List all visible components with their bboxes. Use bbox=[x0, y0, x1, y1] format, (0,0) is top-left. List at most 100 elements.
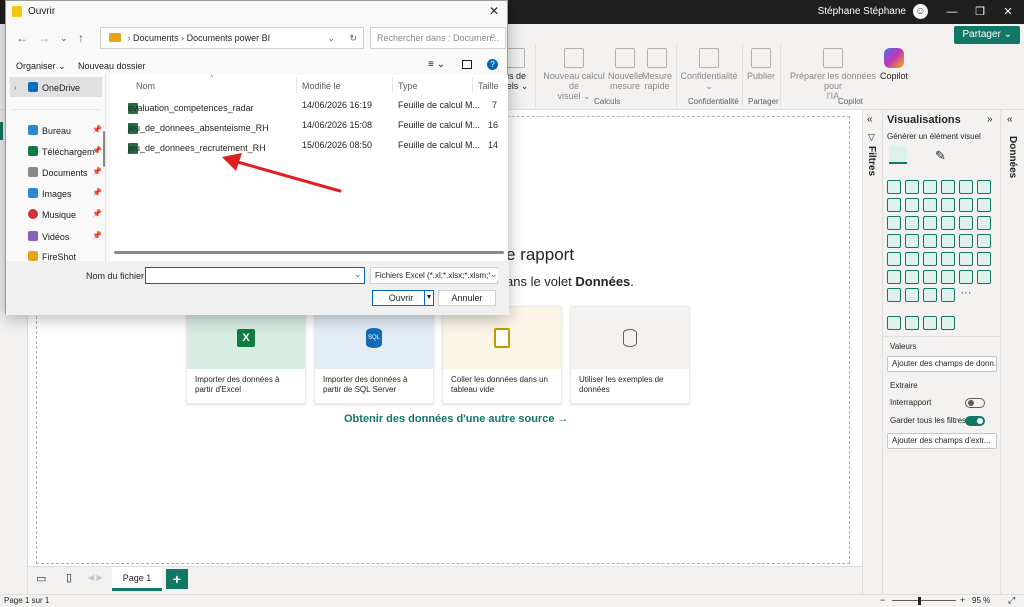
narrative-icon[interactable] bbox=[923, 270, 937, 284]
line-stacked-column-icon[interactable] bbox=[959, 198, 973, 212]
pin-icon[interactable]: 📌 bbox=[92, 209, 102, 218]
power-apps-icon[interactable] bbox=[959, 270, 973, 284]
azure-map-icon[interactable] bbox=[923, 234, 937, 248]
waterfall-icon[interactable] bbox=[887, 216, 901, 230]
pin-icon[interactable]: 📌 bbox=[92, 167, 102, 176]
line-chart-icon[interactable] bbox=[887, 198, 901, 212]
card-icon[interactable] bbox=[959, 234, 973, 248]
qa-icon[interactable] bbox=[905, 270, 919, 284]
shape-map-icon[interactable] bbox=[905, 316, 919, 330]
matrix-icon[interactable] bbox=[923, 252, 937, 266]
clustered-column-icon[interactable] bbox=[941, 180, 955, 194]
zoom-in-icon[interactable]: + bbox=[960, 595, 965, 605]
breadcrumb-documents[interactable]: Documents bbox=[133, 33, 179, 43]
table-row[interactable]: evaluation_competences_radar 14/06/2026 … bbox=[124, 97, 504, 115]
address-bar[interactable]: › Documents › Documents power BI ⌄ ↻ bbox=[100, 27, 364, 49]
search-input[interactable]: Rechercher dans : Documen... bbox=[370, 27, 506, 49]
r-visual-icon[interactable] bbox=[941, 252, 955, 266]
ribbon-chart-icon[interactable] bbox=[977, 198, 991, 212]
card-sample-data[interactable]: Utiliser les exemples de données bbox=[570, 306, 690, 404]
100-column-icon[interactable] bbox=[977, 180, 991, 194]
stacked-bar-icon[interactable] bbox=[887, 180, 901, 194]
paginated-report-icon[interactable] bbox=[941, 270, 955, 284]
extract-field-well[interactable]: Ajouter des champs d'extr... bbox=[887, 433, 997, 449]
stacked-area-icon[interactable] bbox=[923, 198, 937, 212]
add-page-button[interactable]: + bbox=[166, 569, 188, 589]
avatar[interactable]: ☺ bbox=[913, 4, 928, 19]
table-icon[interactable] bbox=[905, 252, 919, 266]
sidebar-item-images[interactable]: Images bbox=[28, 188, 72, 199]
data-pane[interactable]: « Données bbox=[1000, 110, 1024, 594]
organize-button[interactable]: Organiser ⌄ bbox=[16, 61, 66, 72]
close-icon[interactable]: ✕ bbox=[1000, 4, 1016, 20]
mobile-view-icon[interactable]: ▯ bbox=[66, 571, 72, 584]
horizontal-scrollbar[interactable] bbox=[114, 251, 504, 254]
get-visuals-icon[interactable] bbox=[941, 316, 955, 330]
up-icon[interactable]: ↑ bbox=[78, 31, 84, 45]
pin-icon[interactable]: 📌 bbox=[92, 125, 102, 134]
sidebar-item-documents[interactable]: Documents bbox=[28, 167, 88, 178]
zoom-slider-thumb[interactable] bbox=[918, 597, 921, 605]
100-bar-icon[interactable] bbox=[959, 180, 973, 194]
trophy-icon[interactable] bbox=[923, 316, 937, 330]
decomposition-tree-icon[interactable] bbox=[887, 270, 901, 284]
power-automate-icon[interactable] bbox=[977, 270, 991, 284]
back-icon[interactable]: ← bbox=[16, 31, 28, 45]
preview-pane-icon[interactable] bbox=[462, 60, 472, 69]
filters-pane[interactable]: « ▽ Filtres bbox=[862, 110, 882, 594]
python-visual-icon[interactable] bbox=[959, 252, 973, 266]
ribbon-copilot[interactable]: Copilot bbox=[880, 48, 908, 81]
view-options-icon[interactable]: ≡ ⌄ bbox=[428, 59, 445, 70]
restore-icon[interactable]: ❐ bbox=[972, 4, 988, 20]
sidebar-item-bureau[interactable]: Bureau bbox=[28, 125, 71, 136]
desktop-view-icon[interactable]: ▭ bbox=[36, 572, 46, 585]
donut-icon[interactable] bbox=[959, 216, 973, 230]
pin-icon[interactable]: 📌 bbox=[92, 231, 102, 240]
sidebar-item-music[interactable]: Musique bbox=[28, 209, 76, 220]
globe-icon[interactable] bbox=[887, 316, 901, 330]
card-import-excel[interactable]: X Importer des données à partir d'Excel bbox=[186, 306, 306, 404]
column-modified[interactable]: Modifié le bbox=[302, 81, 341, 91]
chevron-down-icon[interactable]: ⌄ bbox=[354, 269, 362, 280]
key-influencers-icon[interactable] bbox=[977, 252, 991, 266]
area-chart-icon[interactable] bbox=[905, 198, 919, 212]
funnel-icon[interactable] bbox=[905, 216, 919, 230]
scatter-icon[interactable] bbox=[923, 216, 937, 230]
ribbon-prepare-ai[interactable]: Préparer les données pour l'IA bbox=[784, 48, 882, 101]
clustered-bar-icon[interactable] bbox=[923, 180, 937, 194]
ribbon-quick-measure[interactable]: Mesure rapide bbox=[642, 48, 672, 91]
ribbon-publish[interactable]: Publier bbox=[746, 48, 776, 81]
filetype-select[interactable]: Fichiers Excel (*.xl;*.xlsx;*.xlsm;*. bbox=[370, 267, 498, 284]
button-slicer-icon[interactable] bbox=[905, 288, 919, 302]
map-icon[interactable] bbox=[887, 234, 901, 248]
table-row[interactable]: jeu_de_donnees_absenteisme_RH 14/06/2026… bbox=[124, 117, 504, 135]
pin-icon[interactable]: 📌 bbox=[92, 146, 102, 155]
breadcrumb-power-bi[interactable]: Documents power BI bbox=[187, 33, 271, 43]
sidebar-scrollbar[interactable] bbox=[103, 131, 105, 167]
recent-icon[interactable]: ⌄ bbox=[60, 33, 68, 44]
filled-map-icon[interactable] bbox=[905, 234, 919, 248]
pin-icon[interactable]: 📌 bbox=[92, 188, 102, 197]
ribbon-new-measure[interactable]: Nouvelle mesure bbox=[608, 48, 643, 91]
card-paste-data[interactable]: Coller les données dans un tableau vide bbox=[442, 306, 562, 404]
expand-viz-icon[interactable]: » bbox=[987, 114, 993, 125]
cross-report-toggle[interactable] bbox=[965, 398, 985, 408]
help-icon[interactable]: ? bbox=[487, 59, 498, 70]
column-size[interactable]: Taille bbox=[478, 81, 499, 91]
treemap-icon[interactable] bbox=[977, 216, 991, 230]
chevron-right-icon[interactable]: › bbox=[14, 83, 17, 92]
chevron-down-icon[interactable]: ⌄ bbox=[327, 28, 335, 48]
open-button[interactable]: Ouvrir bbox=[372, 290, 430, 306]
dialog-close-icon[interactable]: ✕ bbox=[489, 4, 499, 18]
minimize-icon[interactable]: — bbox=[944, 4, 960, 20]
ribbon-new-visual-calc[interactable]: Nouveau calcul de visuel ⌄ bbox=[540, 48, 608, 101]
ribbon-sensitivity[interactable]: Confidentialité ⌄ bbox=[680, 48, 738, 91]
sidebar-item-fireshot[interactable]: FireShot bbox=[28, 251, 76, 261]
fit-page-icon[interactable]: ⤢ bbox=[1008, 595, 1015, 606]
column-name[interactable]: Nom bbox=[136, 81, 155, 91]
prev-page-icon[interactable]: ◀ ▶ bbox=[88, 573, 103, 582]
stacked-column-icon[interactable] bbox=[905, 180, 919, 194]
open-dropdown-icon[interactable]: ▼ bbox=[424, 290, 434, 306]
keep-filters-toggle[interactable] bbox=[965, 416, 985, 426]
build-visual-icon[interactable] bbox=[889, 146, 907, 164]
